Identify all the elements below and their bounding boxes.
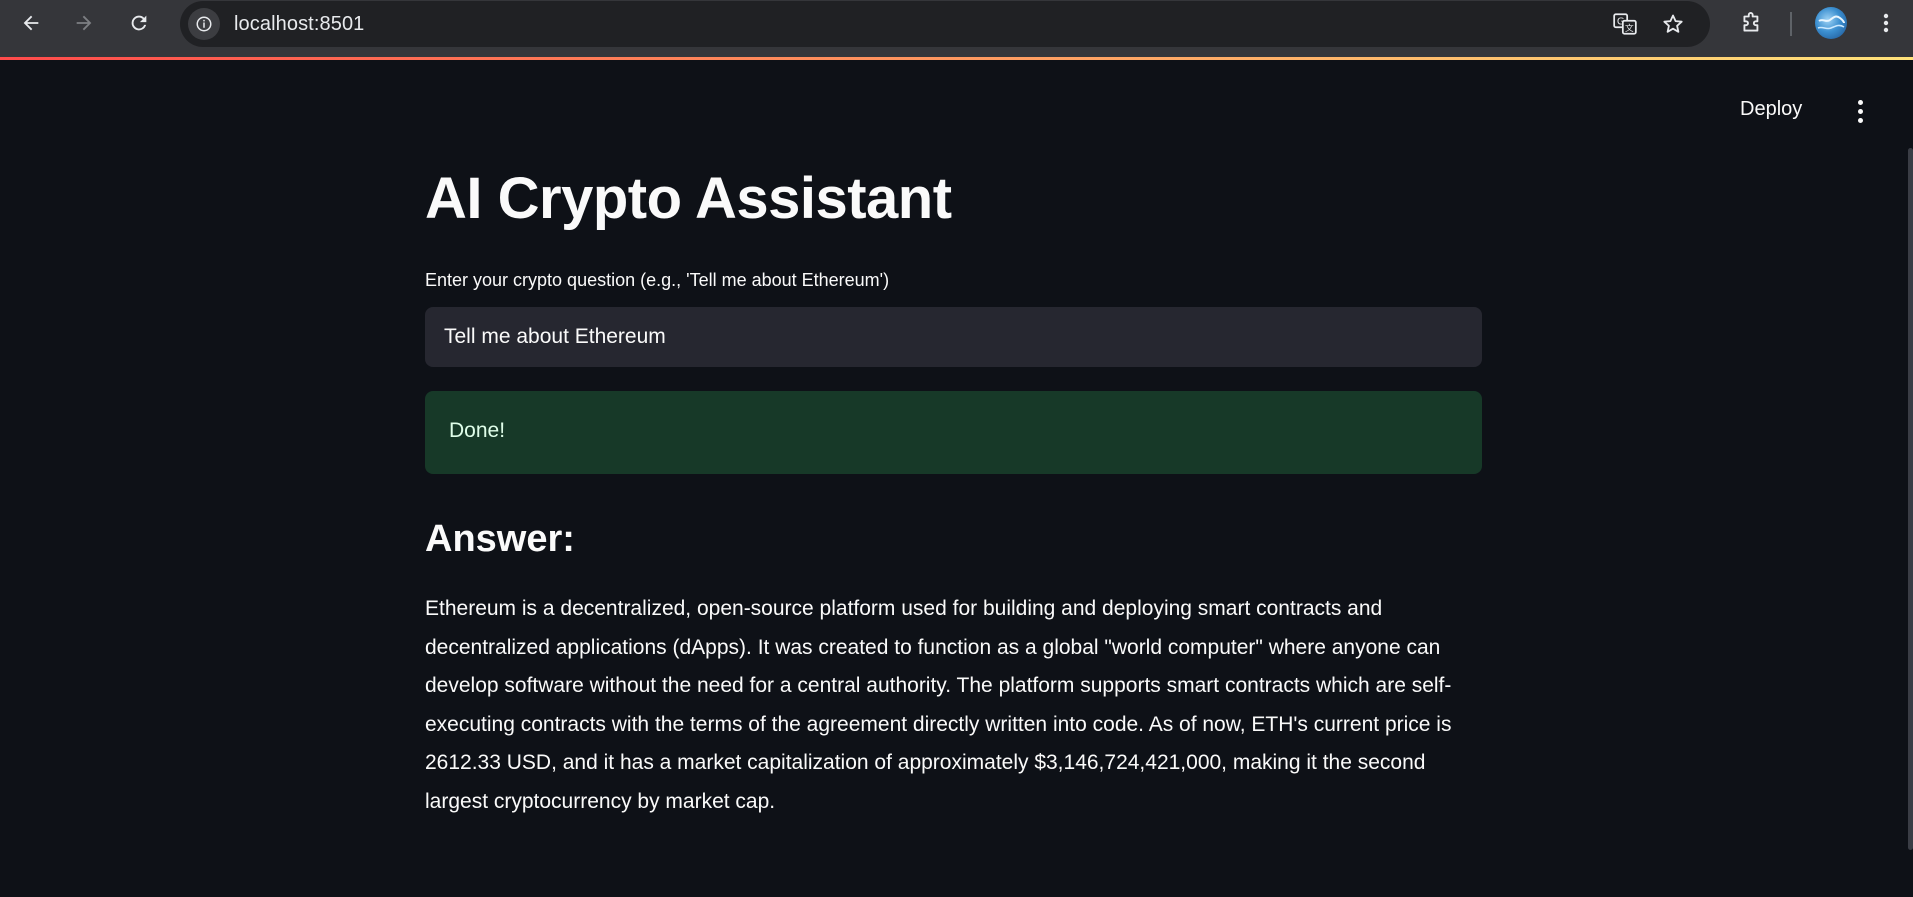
extensions-button[interactable] (1736, 7, 1768, 39)
arrow-right-icon (76, 15, 92, 31)
dot (1857, 108, 1863, 114)
browser-toolbar: localhost:8501 G 文 (0, 0, 1913, 60)
back-button[interactable] (14, 6, 48, 40)
answer-text: Ethereum is a decentralized, open-source… (425, 597, 1452, 813)
question-input[interactable] (425, 307, 1482, 367)
app-menu-button[interactable] (1848, 96, 1872, 126)
success-alert: Done! (425, 391, 1482, 474)
star-icon (1663, 14, 1683, 33)
arrow-left-icon (23, 15, 39, 31)
reload-button[interactable] (122, 6, 156, 40)
answer-heading: Answer: (425, 518, 575, 560)
toolbar-divider (1790, 12, 1792, 36)
forward-button[interactable] (67, 6, 101, 40)
svg-text:文: 文 (1625, 22, 1634, 34)
avatar[interactable] (1815, 7, 1847, 39)
dot (1857, 99, 1863, 105)
dot (1857, 117, 1863, 123)
address-bar[interactable]: localhost:8501 G 文 (180, 1, 1710, 47)
reload-icon (131, 15, 147, 31)
puzzle-icon (1743, 12, 1759, 32)
success-message: Done! (449, 419, 506, 442)
bookmark-button[interactable] (1658, 9, 1688, 39)
streamlit-app: Deploy AI Crypto Assistant Enter your cr… (0, 60, 1913, 897)
browser-menu-button[interactable] (1870, 7, 1902, 39)
profile-avatar-image (1817, 15, 1845, 30)
info-icon (196, 16, 212, 32)
question-input-label: Enter your crypto question (e.g., 'Tell … (425, 270, 890, 290)
translate-icon: G 文 (1613, 13, 1637, 35)
kebab-menu-icon (1883, 13, 1889, 33)
deploy-button[interactable]: Deploy (1740, 98, 1802, 121)
url-text: localhost:8501 (234, 13, 365, 35)
scrollbar[interactable] (1908, 148, 1913, 850)
translate-button[interactable]: G 文 (1610, 9, 1640, 39)
page-title: AI Crypto Assistant (425, 166, 952, 231)
site-info-button[interactable] (188, 8, 220, 40)
